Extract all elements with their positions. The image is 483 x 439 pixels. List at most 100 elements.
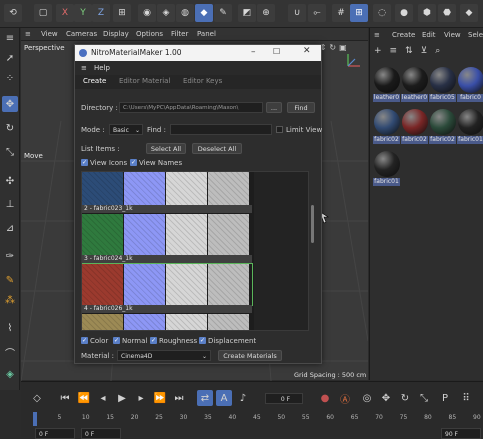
prev-key-icon[interactable]: ⏪ <box>76 390 92 406</box>
material-swatch[interactable]: fabric01 <box>457 108 483 148</box>
tab-editor-keys[interactable]: Editor Keys <box>183 77 222 85</box>
playhead[interactable] <box>33 412 37 426</box>
record-icon[interactable]: ● <box>317 390 333 406</box>
material-sphere-icon[interactable]: ⬢ <box>418 4 436 22</box>
browse-button[interactable]: ... <box>266 102 282 113</box>
tab-create[interactable]: Create <box>83 77 106 85</box>
grid-icon[interactable]: # <box>332 4 350 22</box>
material-swatch[interactable]: leather0 <box>401 66 431 106</box>
add-material-icon[interactable]: + <box>374 46 382 58</box>
snap-icon[interactable]: ⟜ <box>308 4 326 22</box>
menu-edit[interactable]: Edit <box>422 31 436 39</box>
menu-help[interactable]: Help <box>94 64 110 72</box>
undo-icon[interactable]: ⟲ <box>4 4 22 22</box>
render-region-icon[interactable]: ◈ <box>157 4 175 22</box>
material-select[interactable]: Cinema4D ⌄ <box>117 350 211 361</box>
rotation-key-icon[interactable]: ↻ <box>397 390 413 406</box>
material-swatch[interactable]: fabric02 <box>429 108 459 148</box>
play-icon[interactable]: ▶ <box>114 390 130 406</box>
close-icon[interactable]: ✕ <box>303 46 311 56</box>
prev-frame-icon[interactable]: ◂ <box>95 390 111 406</box>
menu-options[interactable]: Options <box>136 30 163 38</box>
loop-icon[interactable]: ⇄ <box>197 390 213 406</box>
render-settings-icon[interactable]: ◍ <box>176 4 194 22</box>
knife-icon[interactable]: ⊿ <box>2 220 18 236</box>
find-button[interactable]: Find <box>287 102 315 113</box>
directory-field[interactable]: C:\Users\MyPC\AppData\Roaming\Maxon\ <box>119 102 263 113</box>
axis-y-toggle[interactable]: Y <box>74 4 92 22</box>
python-icon[interactable]: ◆ <box>460 4 478 22</box>
axis-x-toggle[interactable]: X <box>56 4 74 22</box>
material-swatch[interactable]: leather0 <box>373 66 403 106</box>
texture-list[interactable]: 2 - fabric023_1k 3 - fabric024_1k 4 - fabr… <box>81 171 309 331</box>
filter-icon[interactable]: ⊻ <box>421 46 428 58</box>
mode-select[interactable]: Basic ⌄ <box>109 124 143 135</box>
smooth-icon[interactable]: ⌒ <box>2 344 18 360</box>
sort-icon[interactable]: ⇅ <box>405 46 413 58</box>
live-select-icon[interactable]: ⁘ <box>2 70 18 86</box>
select-mode-icon[interactable]: ▢ <box>34 4 52 22</box>
cube-icon[interactable]: ◆ <box>195 4 213 22</box>
texture-row[interactable] <box>82 172 252 205</box>
end-frame-field[interactable]: 90 F <box>441 428 481 439</box>
limit-view-checkbox[interactable] <box>276 126 283 133</box>
rotate-tool-icon[interactable]: ↻ <box>2 120 18 136</box>
find-input[interactable] <box>170 124 272 135</box>
go-to-end-icon[interactable]: ⏭ <box>171 390 187 406</box>
menu-filter[interactable]: Filter <box>171 30 188 38</box>
texture-row[interactable] <box>82 314 252 330</box>
keyframe-icon[interactable]: ◇ <box>29 390 45 406</box>
brush-icon[interactable]: ⌇ <box>2 320 18 336</box>
texture-row[interactable] <box>82 214 252 255</box>
texture-row[interactable] <box>82 263 253 306</box>
go-to-start-icon[interactable]: ⏮ <box>57 390 73 406</box>
axis-tool-icon[interactable]: ⊥ <box>2 196 18 212</box>
orbit-icon[interactable]: ↻ <box>329 43 336 52</box>
scene-icon[interactable]: ⬣ <box>438 4 456 22</box>
list-scrollbar[interactable] <box>311 205 314 243</box>
dialog-titlebar[interactable]: NitroMaterialMaker 1.00 – ☐ ✕ <box>75 45 321 61</box>
uv-icon[interactable]: ◈ <box>2 366 18 382</box>
scale-tool-icon[interactable]: ⤡ <box>2 144 18 160</box>
scale-key-icon[interactable]: ⤡ <box>416 390 432 406</box>
render-icon[interactable]: ● <box>395 4 413 22</box>
maximize-icon[interactable]: ▣ <box>339 43 347 52</box>
view-names-checkbox[interactable]: ✓ <box>130 159 137 166</box>
material-swatch[interactable]: fabric05 <box>429 66 459 106</box>
create-materials-button[interactable]: Create Materials <box>218 350 282 361</box>
sound-icon[interactable]: ♪ <box>235 390 251 406</box>
material-swatch[interactable]: fabric02 <box>401 108 431 148</box>
light-icon[interactable]: ◌ <box>373 4 391 22</box>
autokey-icon[interactable]: A <box>216 390 232 406</box>
material-swatch[interactable]: fabric0 <box>457 66 483 106</box>
tab-editor-material[interactable]: Editor Material <box>119 77 170 85</box>
array-icon[interactable]: ⊕ <box>257 4 275 22</box>
preview-start-field[interactable]: 0 F <box>81 428 121 439</box>
dialog-menu-icon[interactable]: ≡ <box>81 64 87 72</box>
magnet-icon[interactable]: ∪ <box>288 4 306 22</box>
next-key-icon[interactable]: ⏩ <box>152 390 168 406</box>
workplane-icon[interactable]: ⊞ <box>350 4 368 22</box>
displacement-checkbox[interactable]: ✓ <box>199 337 206 344</box>
move-tool-icon[interactable]: ✥ <box>2 96 18 112</box>
menu-create[interactable]: Create <box>392 31 415 39</box>
color-checkbox[interactable]: ✓ <box>81 337 88 344</box>
menu-icon[interactable]: ≡ <box>2 30 18 46</box>
next-frame-icon[interactable]: ▸ <box>133 390 149 406</box>
spline-pen-icon[interactable]: ✑ <box>2 248 18 264</box>
menu-cameras[interactable]: Cameras <box>66 30 97 38</box>
start-frame-field[interactable]: 0 F <box>35 428 75 439</box>
position-key-icon[interactable]: ✥ <box>378 390 394 406</box>
coordinate-system-icon[interactable]: ⊞ <box>113 4 131 22</box>
panel-options-icon[interactable]: ≡ <box>374 31 380 39</box>
material-swatch[interactable]: fabric02 <box>373 108 403 148</box>
paint-icon[interactable]: ✎ <box>2 272 18 288</box>
axis-z-toggle[interactable]: Z <box>92 4 110 22</box>
menu-view[interactable]: View <box>444 31 461 39</box>
sculpt-icon[interactable]: ⁂ <box>2 292 18 308</box>
select-all-button[interactable]: Select All <box>146 143 186 154</box>
menu-view[interactable]: View <box>41 30 58 38</box>
menu-panel[interactable]: Panel <box>197 30 216 38</box>
pen-icon[interactable]: ✎ <box>214 4 232 22</box>
view-icons-checkbox[interactable]: ✓ <box>81 159 88 166</box>
